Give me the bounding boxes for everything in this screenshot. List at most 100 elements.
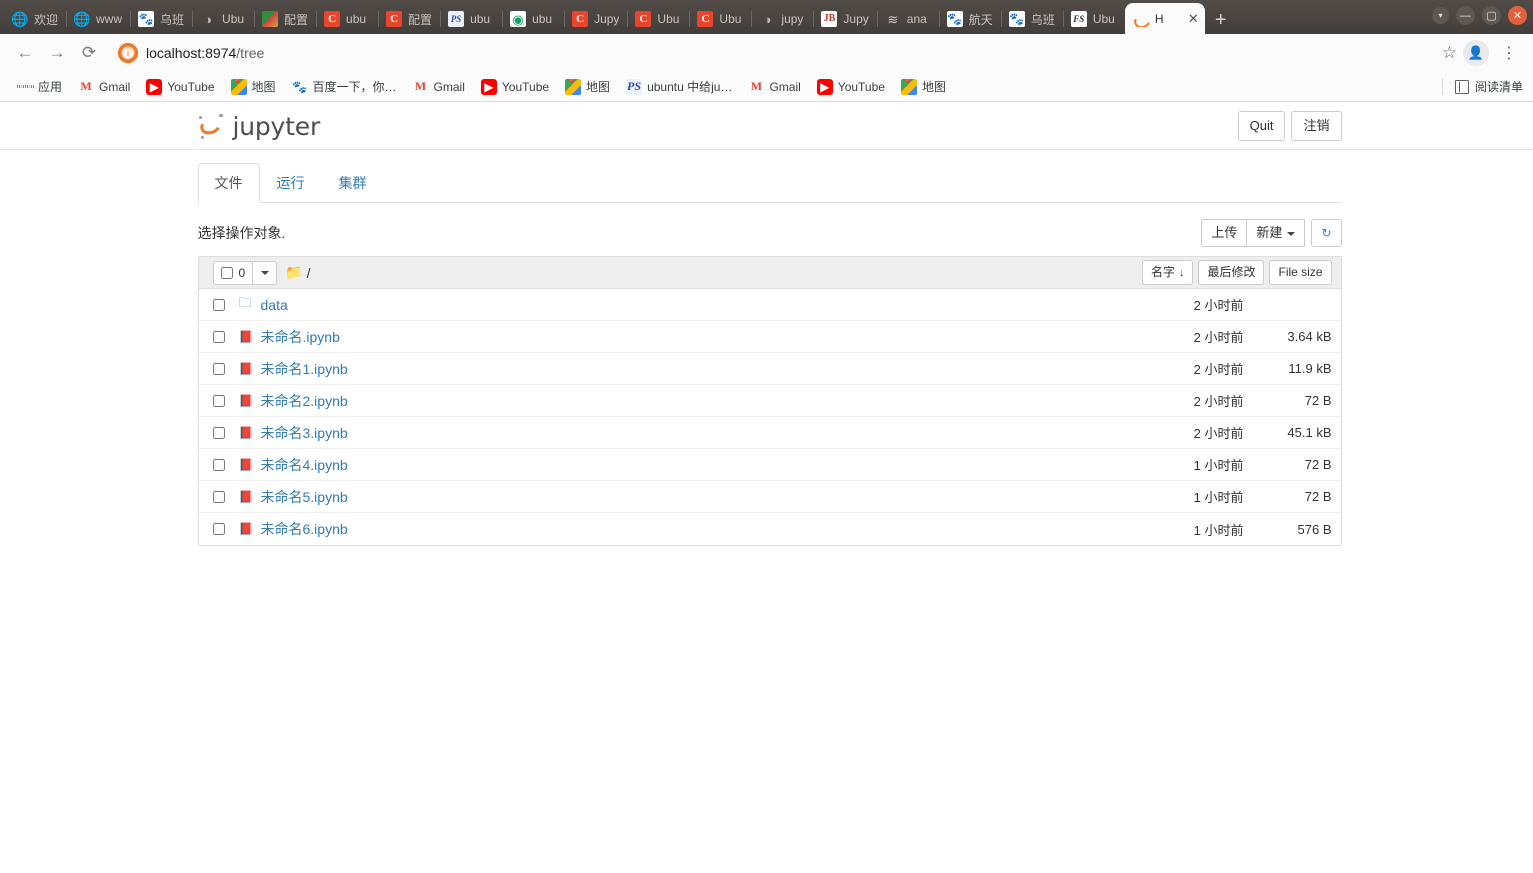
bookmark-item-7[interactable]: 地图 (558, 75, 617, 98)
bookmark-item-4[interactable]: 🐾 百度一下，你… (285, 75, 404, 98)
back-icon[interactable]: ← (10, 38, 40, 68)
close-icon[interactable]: ✕ (1186, 11, 1201, 27)
notebook-link[interactable]: 未命名5.ipynb (261, 489, 348, 505)
browser-tab-3[interactable]: ◑ Ubu (192, 4, 254, 34)
notebook-link[interactable]: 未命名4.ipynb (261, 457, 348, 473)
profile-avatar-icon[interactable]: 👤 (1463, 40, 1489, 66)
window-minimize-button[interactable]: — (1456, 6, 1475, 25)
browser-tab-6[interactable]: C 配置 (378, 4, 440, 34)
browser-tab-0[interactable]: 🌐 欢迎 (4, 4, 66, 34)
csdn-icon: C (572, 11, 589, 27)
table-row: 📕 未命名5.ipynb 1 小时前 72 B (198, 481, 1341, 514)
tab-clusters[interactable]: 集群 (322, 163, 384, 203)
notebook-link[interactable]: 未命名6.ipynb (261, 521, 348, 537)
browser-tab-9[interactable]: C Jupy (564, 4, 627, 34)
bookmark-item-0[interactable]: 应用 (10, 75, 69, 98)
browser-tab-label: jupy (781, 12, 804, 26)
browser-tab-7[interactable]: PS ubu (440, 4, 502, 34)
logout-button[interactable]: 注销 (1291, 111, 1342, 141)
sort-by-name-button[interactable]: 名字 ↓ (1141, 260, 1194, 286)
browser-tab-2[interactable]: 🐾 乌班 (130, 4, 192, 34)
bookmark-item-8[interactable]: PS ubuntu 中给ju… (619, 75, 739, 98)
window-maximize-button[interactable]: ▢ (1482, 6, 1501, 25)
browser-tab-1[interactable]: 🌐 www (66, 4, 130, 34)
window-dropdown-button[interactable]: ▾ (1432, 7, 1449, 24)
browser-tab-8[interactable]: ◉ ubu (502, 4, 564, 34)
browser-tab-16[interactable]: 🐾 乌班 (1000, 4, 1063, 34)
bookmark-item-9[interactable]: M Gmail (741, 76, 807, 98)
bookmark-item-3[interactable]: 地图 (224, 75, 283, 98)
site-info-icon[interactable]: ⓘ (118, 43, 138, 63)
sort-by-modified-button[interactable]: 最后修改 (1198, 260, 1265, 285)
breadcrumb[interactable]: 📁 / (285, 264, 310, 281)
upload-button[interactable]: 上传 (1201, 219, 1248, 247)
browser-tab-18[interactable]: H ✕ (1124, 3, 1205, 34)
notebook-link[interactable]: 未命名.ipynb (261, 329, 340, 345)
row-checkbox[interactable] (212, 458, 225, 471)
row-checkbox[interactable] (212, 394, 225, 407)
jupyter-logo-icon (197, 113, 224, 139)
jupyter-body: 文件 运行 集群 选择操作对象. 上传 新建 ↻ 0 📁 / 名字 ↓ 最后修改… (192, 163, 1342, 547)
bookmark-item-10[interactable]: ▶ YouTube (810, 76, 892, 98)
row-checkbox-cell (212, 490, 239, 503)
folder-link[interactable]: data (261, 297, 288, 313)
browser-tab-4[interactable]: 配置 (254, 4, 316, 34)
browser-tab-17[interactable]: FS Ubu (1062, 4, 1125, 34)
row-checkbox[interactable] (212, 490, 225, 503)
browser-tab-12[interactable]: ◑ jupy (751, 4, 813, 34)
new-tab-button[interactable]: + (1205, 10, 1237, 34)
bookmark-item-6[interactable]: ▶ YouTube (474, 76, 556, 98)
bookmark-item-2[interactable]: ▶ YouTube (139, 76, 221, 98)
jupyter-logo-text: jupyter (232, 111, 321, 141)
selected-count: 0 (238, 265, 246, 280)
notebook-link[interactable]: 未命名3.ipynb (261, 425, 348, 441)
file-name-cell: 未命名2.ipynb (261, 391, 1094, 411)
notebook-link[interactable]: 未命名1.ipynb (261, 361, 348, 377)
quit-button[interactable]: Quit (1237, 111, 1286, 141)
bookmark-label: 百度一下，你… (312, 80, 397, 94)
forward-icon[interactable]: → (42, 38, 72, 68)
reading-list-button[interactable]: 阅读清单 (1454, 78, 1523, 95)
bookmark-star-icon[interactable]: ☆ (1442, 43, 1457, 63)
bookmarks-bar: 应用 M Gmail ▶ YouTube 地图 🐾 百度一下，你… M Gmail ▶ YouTube… (0, 72, 1533, 102)
anaconda-icon: ≋ (887, 11, 899, 27)
browser-tab-label: 航天 (968, 12, 993, 27)
notebook-link[interactable]: 未命名2.ipynb (261, 393, 348, 409)
bookmark-label: YouTube (167, 79, 215, 94)
jupyter-logo[interactable]: jupyter (197, 111, 321, 141)
bookmark-item-11[interactable]: 地图 (894, 75, 953, 98)
row-checkbox[interactable] (212, 330, 225, 343)
browser-tabstrip: 🌐 欢迎 🌐 www 🐾 乌班 ◑ Ubu 配置 Cubu C 配置 PS ubu ◉ ubu C Jupy C Ub… (0, 0, 1533, 34)
select-all-checkbox-button[interactable]: 0 (212, 260, 254, 285)
refresh-button[interactable]: ↻ (1311, 219, 1342, 247)
jetbrains-icon: JB (821, 11, 838, 27)
tab-running[interactable]: 运行 (260, 163, 322, 203)
browser-tab-10[interactable]: C Ubu (627, 4, 689, 34)
row-checkbox[interactable] (212, 298, 225, 311)
bookmark-label: Gmail (769, 79, 801, 94)
bookmark-label: 应用 (38, 80, 63, 94)
new-dropdown-button[interactable]: 新建 (1246, 219, 1306, 247)
sort-by-size-button[interactable]: File size (1269, 260, 1332, 285)
select-all-checkbox[interactable] (220, 266, 233, 279)
header-buttons: Quit 注销 (1237, 111, 1342, 141)
browser-tab-13[interactable]: JB Jupy (813, 4, 876, 34)
bookmark-label: 地图 (251, 80, 276, 94)
browser-tab-11[interactable]: C Ubu (689, 4, 751, 34)
window-close-button[interactable]: ✕ (1508, 6, 1527, 25)
reload-icon[interactable]: ⟳ (74, 38, 104, 68)
row-checkbox[interactable] (212, 362, 225, 375)
bookmark-item-1[interactable]: M Gmail (71, 76, 137, 98)
row-checkbox[interactable] (212, 523, 225, 536)
bookmark-label: 地图 (921, 80, 946, 94)
select-menu-button[interactable] (253, 260, 278, 285)
browser-tab-15[interactable]: 🐾 航天 (938, 4, 1001, 34)
tab-files[interactable]: 文件 (197, 163, 260, 204)
chrome-menu-icon[interactable]: ⋮ (1495, 43, 1523, 63)
browser-tab-5[interactable]: Cubu (316, 4, 378, 34)
bookmark-item-5[interactable]: M Gmail (406, 76, 472, 98)
row-checkbox[interactable] (212, 426, 225, 439)
address-bar[interactable]: ⓘ localhost:8974/tree (110, 39, 1432, 67)
browser-tab-14[interactable]: ≋ ana (876, 4, 939, 34)
chevron-down-icon (1287, 231, 1296, 236)
